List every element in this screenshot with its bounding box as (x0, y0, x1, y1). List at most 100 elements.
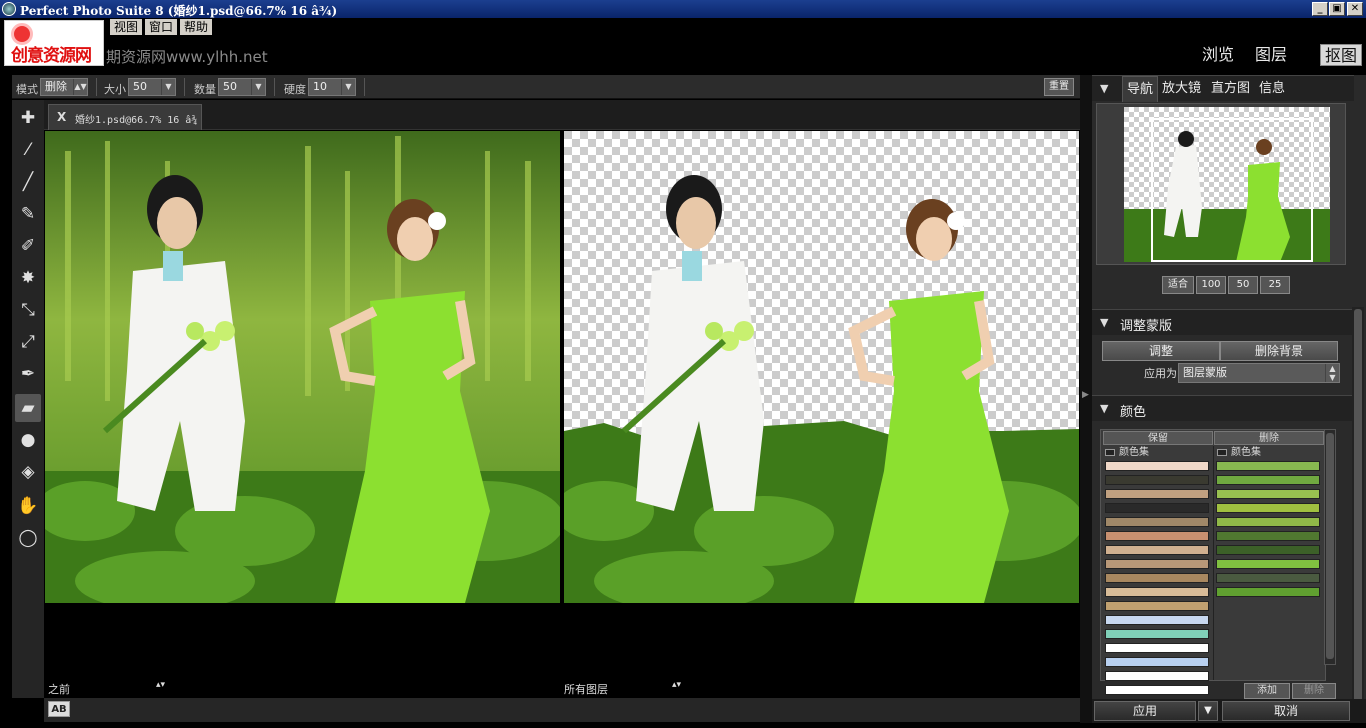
panel-scrollbar[interactable] (1352, 307, 1364, 717)
color-swatch[interactable] (1216, 461, 1320, 471)
edge-brush-icon[interactable]: ╱ (15, 168, 41, 196)
mode-browse[interactable]: 浏览 (1202, 44, 1234, 66)
canvas-area[interactable]: 之前 ▴▾ 所有图层 ▴▾ (44, 130, 1080, 698)
color-swatch[interactable] (1216, 531, 1320, 541)
adjust-button[interactable]: 调整 (1102, 341, 1220, 361)
cancel-button[interactable]: 取消 (1222, 701, 1350, 721)
delete-color-button[interactable]: 删除 (1292, 683, 1336, 699)
color-swatch[interactable] (1105, 461, 1209, 471)
tab-loupe[interactable]: 放大镜 (1158, 76, 1205, 102)
zoom-25-button[interactable]: 25 (1260, 276, 1290, 294)
expand-toggle-icon[interactable] (1105, 448, 1115, 456)
apply-as-select[interactable]: 图层蒙版 ▲ ▼ (1178, 363, 1340, 383)
zoom-fit-button[interactable]: 适合 (1162, 276, 1194, 294)
remove-dropper-icon[interactable]: ⤢ (15, 328, 41, 356)
menu-help[interactable]: 帮助 (180, 19, 213, 35)
tab-histogram[interactable]: 直方图 (1207, 76, 1254, 102)
tab-navigator[interactable]: 导航 (1122, 76, 1159, 102)
mode-select[interactable]: 删除 ▲▼ (40, 78, 88, 96)
keep-pen-icon[interactable]: ✎ (15, 200, 41, 228)
color-swatch[interactable] (1216, 503, 1320, 513)
apply-as-value: 图层蒙版 (1183, 366, 1227, 379)
bucket-icon[interactable]: ◈ (15, 458, 41, 486)
color-swatch[interactable] (1105, 517, 1209, 527)
color-swatch[interactable] (1105, 573, 1209, 583)
after-image-view[interactable] (564, 131, 1079, 603)
remove-background-button[interactable]: 删除背景 (1220, 341, 1338, 361)
color-swatch[interactable] (1105, 657, 1209, 667)
collapse-triangle-icon[interactable]: ▼ (1100, 316, 1108, 329)
minimize-button[interactable]: _ (1312, 2, 1328, 16)
scroll-thumb[interactable] (1354, 309, 1362, 713)
remove-brush-icon[interactable]: ⁄ (15, 136, 41, 164)
color-swatch[interactable] (1105, 643, 1209, 653)
zoom-100-button[interactable]: 100 (1196, 276, 1226, 294)
hand-icon[interactable]: ✋ (15, 492, 41, 520)
expand-toggle-icon[interactable] (1217, 448, 1227, 456)
color-swatch[interactable] (1105, 475, 1209, 485)
panel-footer: 应用 ▼ 取消 (1092, 699, 1366, 723)
pen-icon[interactable]: ✒ (15, 360, 41, 388)
color-swatch[interactable] (1105, 503, 1209, 513)
color-swatch[interactable] (1216, 475, 1320, 485)
remove-pen-icon[interactable]: ✐ (15, 232, 41, 260)
close-window-button[interactable]: ✕ (1347, 2, 1363, 16)
size-field[interactable]: 50 ▼ (128, 78, 176, 96)
color-swatch[interactable] (1105, 489, 1209, 499)
before-image-view[interactable] (45, 131, 560, 603)
panel-splitter[interactable]: ▶ (1080, 75, 1092, 723)
mode-layers[interactable]: 图层 (1255, 44, 1287, 66)
color-swatch[interactable] (1216, 489, 1320, 499)
color-swatch[interactable] (1105, 629, 1209, 639)
chevron-right-icon[interactable]: ▶ (1082, 390, 1089, 400)
hardness-field[interactable]: 10 ▼ (308, 78, 356, 96)
colors-header[interactable]: ▼ 颜色 (1092, 395, 1354, 421)
color-swatch[interactable] (1105, 685, 1209, 695)
color-swatch[interactable] (1105, 587, 1209, 597)
maximize-button[interactable]: ▣ (1329, 2, 1345, 16)
color-swatch[interactable] (1216, 517, 1320, 527)
menu-window[interactable]: 窗口 (145, 19, 178, 35)
keep-brush-icon[interactable]: ✚ (15, 104, 41, 132)
color-swatch[interactable] (1105, 601, 1209, 611)
remove-color-set[interactable]: 颜色集 (1217, 447, 1261, 459)
collapse-triangle-icon[interactable]: ▼ (1100, 402, 1108, 415)
document-tab[interactable]: X 婚纱1.psd@66.7% 16 â¾ (48, 104, 202, 130)
menu-view[interactable]: 视图 (110, 19, 143, 35)
color-swatch[interactable] (1216, 573, 1320, 583)
separator (184, 78, 185, 96)
add-color-button[interactable]: 添加 (1244, 683, 1290, 699)
left-view-selector[interactable]: 之前 ▴▾ (48, 680, 165, 697)
navigator-preview[interactable] (1096, 103, 1346, 265)
color-swatch[interactable] (1105, 545, 1209, 555)
keep-dropper-icon[interactable]: ⤡ (15, 296, 41, 324)
collapse-triangle-icon[interactable]: ▼ (1100, 82, 1108, 95)
colors-scrollbar[interactable] (1324, 429, 1336, 665)
reset-button[interactable]: 重置 (1044, 78, 1074, 96)
color-swatch[interactable] (1105, 671, 1209, 681)
drop-icon[interactable]: ● (15, 426, 41, 454)
color-swatch[interactable] (1216, 559, 1320, 569)
apply-button[interactable]: 应用 (1094, 701, 1196, 721)
amount-field[interactable]: 50 ▼ (218, 78, 266, 96)
right-view-selector[interactable]: 所有图层 ▴▾ (564, 680, 684, 697)
app-icon[interactable] (2, 2, 16, 16)
chisel-brush-icon[interactable]: ▰ (15, 394, 41, 422)
color-swatch[interactable] (1105, 615, 1209, 625)
color-swatch[interactable] (1216, 587, 1320, 597)
refine-mask-header[interactable]: ▼ 调整蒙版 (1092, 309, 1354, 335)
ab-compare-icon[interactable]: AB (48, 701, 70, 717)
apply-dropdown-arrow-icon[interactable]: ▼ (1198, 701, 1218, 721)
close-tab-icon[interactable]: X (57, 110, 66, 124)
color-swatch[interactable] (1105, 531, 1209, 541)
scroll-thumb[interactable] (1326, 433, 1334, 659)
keep-color-set[interactable]: 颜色集 (1105, 447, 1149, 459)
color-swatch[interactable] (1216, 545, 1320, 555)
mode-mask[interactable]: 抠图 (1319, 44, 1362, 66)
keep-set-label: 颜色集 (1119, 447, 1149, 458)
zoom-icon[interactable]: ◯ (15, 524, 41, 552)
color-swatch[interactable] (1105, 559, 1209, 569)
tab-info[interactable]: 信息 (1255, 76, 1289, 102)
zoom-50-button[interactable]: 50 (1228, 276, 1258, 294)
splat-icon[interactable]: ✸ (15, 264, 41, 292)
